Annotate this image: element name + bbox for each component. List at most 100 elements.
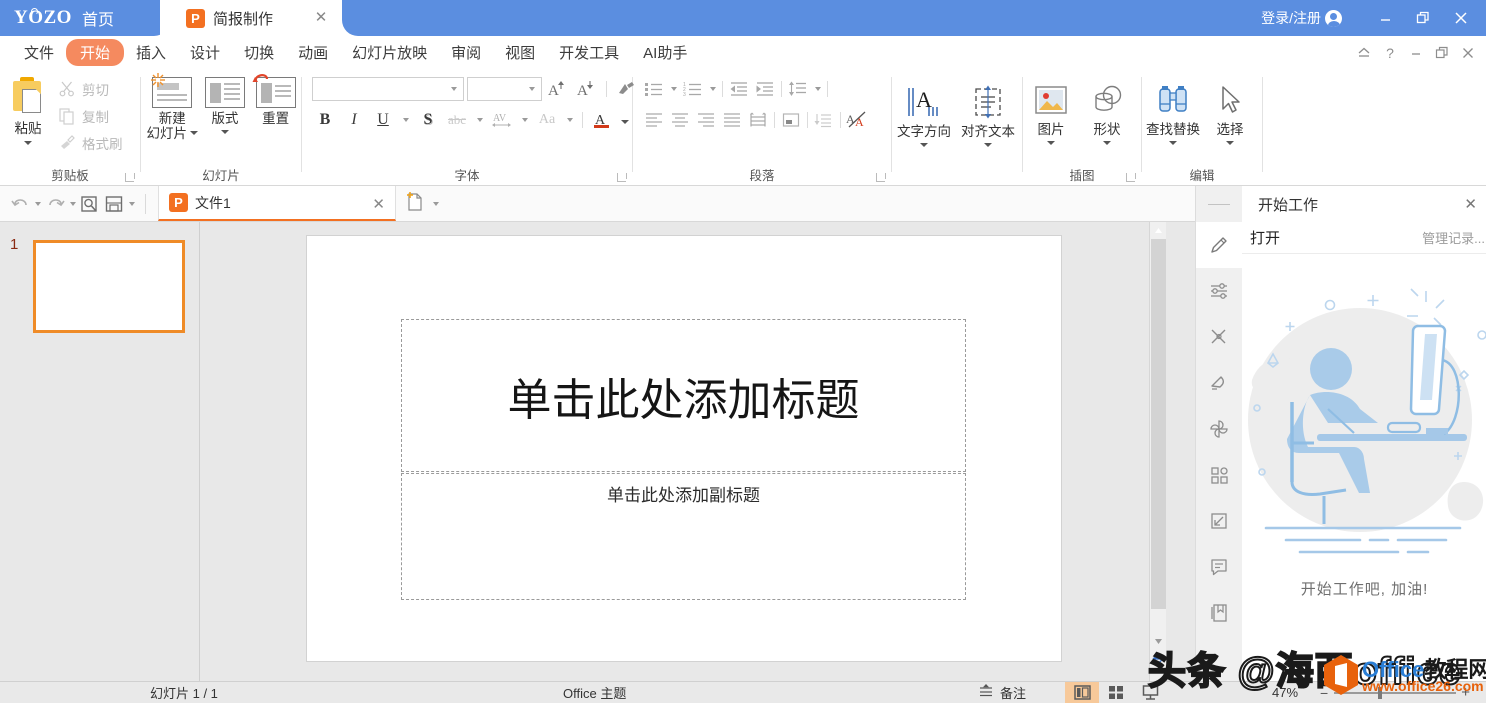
expand-icon[interactable] [1196,498,1242,544]
font-name-input[interactable] [312,77,464,101]
zoom-out-button[interactable]: − [1320,685,1328,701]
copy-button[interactable]: 复制 [56,104,123,128]
chevron-down-icon[interactable] [706,77,719,101]
chevron-down-icon[interactable] [430,192,441,216]
chevron-down-icon[interactable] [32,192,43,216]
triangle-up-icon[interactable] [1150,222,1167,239]
new-document-icon[interactable] [404,191,430,217]
bullet-list-icon[interactable] [641,77,667,101]
align-center-icon[interactable] [667,108,693,132]
tab-design[interactable]: 设计 [178,39,232,66]
open-row[interactable]: 打开 管理记录... [1242,222,1486,254]
align-text-button[interactable]: 对齐文本 [956,79,1020,147]
chevron-down-icon[interactable] [984,143,992,147]
font-color-button[interactable]: A [589,108,615,132]
collapse-ribbon-icon[interactable] [1352,36,1376,69]
help-icon[interactable]: ? [1378,36,1402,69]
chevron-down-icon[interactable] [529,87,535,91]
character-spacing-button[interactable]: AV [489,108,515,132]
fit-slide-icon[interactable] [1150,650,1167,667]
tab-slideshow[interactable]: 幻灯片放映 [340,39,439,66]
chevron-down-icon[interactable] [67,192,78,216]
strikethrough-button[interactable]: abc [444,108,470,132]
chevron-down-icon[interactable] [220,130,229,134]
close-icon[interactable]: ✕ [1464,195,1477,213]
comment-icon[interactable] [1196,544,1242,590]
chevron-down-icon[interactable] [190,130,199,135]
restore-icon[interactable] [1404,0,1442,36]
chevron-down-icon[interactable] [518,108,531,132]
grow-font-icon[interactable]: A [545,77,571,101]
scrollbar-thumb[interactable] [1151,239,1166,609]
paste-button[interactable]: 粘贴 [0,75,56,145]
vertical-scrollbar[interactable] [1149,222,1166,681]
slide-sorter-icon[interactable] [1099,682,1133,703]
clear-paragraph-icon[interactable]: A A [844,108,870,132]
text-indent-icon[interactable] [811,108,837,132]
find-replace-button[interactable]: 查找替换 [1142,77,1204,145]
close-icon[interactable]: ✕ [372,195,385,213]
chevron-down-icon[interactable] [667,77,680,101]
slide-canvas[interactable]: 单击此处添加标题 单击此处添加副标题 [201,222,1166,681]
save-icon[interactable] [102,192,126,216]
manage-records-link[interactable]: 管理记录... [1422,228,1485,247]
numbered-list-icon[interactable]: 1 2 3 [680,77,706,101]
tab-review[interactable]: 审阅 [439,39,493,66]
chevron-down-icon[interactable] [24,141,32,145]
chevron-down-icon[interactable] [1169,141,1177,145]
tab-animation[interactable]: 动画 [286,39,340,66]
font-size-input[interactable] [467,77,542,101]
print-preview-icon[interactable] [78,192,102,216]
chevron-down-icon[interactable] [1047,141,1055,145]
minimize-icon[interactable] [1366,0,1404,36]
tab-view[interactable]: 视图 [493,39,547,66]
reset-button[interactable]: 重置 [250,74,301,126]
close-icon[interactable] [1442,0,1480,36]
select-button[interactable]: 选择 [1204,77,1256,145]
zoom-slider-handle[interactable] [1378,686,1382,699]
cut-button[interactable]: 剪切 [56,77,123,101]
close-icon[interactable]: ✕ [312,9,330,27]
zoom-in-button[interactable]: + [1461,684,1470,701]
tab-home[interactable]: 开始 [66,39,125,66]
format-painter-button[interactable]: 格式刷 [56,131,123,155]
chevron-down-icon[interactable] [920,143,928,147]
ribbon-restore-icon[interactable] [1430,36,1454,69]
justify-icon[interactable] [719,108,745,132]
login-register-button[interactable]: 登录/注册 [1261,8,1342,28]
chevron-down-icon[interactable] [811,77,824,101]
align-right-icon[interactable] [693,108,719,132]
tools-icon[interactable] [1196,314,1242,360]
tab-developer[interactable]: 开发工具 [547,39,631,66]
paragraph-dialog-launcher[interactable] [876,173,886,182]
illustration-dialog-launcher[interactable] [1126,173,1136,182]
chevron-down-icon[interactable] [1226,141,1234,145]
settings-sliders-icon[interactable] [1196,268,1242,314]
tab-ai-assistant[interactable]: AI助手 [631,39,699,66]
chevron-down-icon[interactable] [563,108,576,132]
zoom-slider[interactable]: − + [1320,682,1470,703]
change-case-button[interactable]: Aa [534,108,560,132]
triangle-down-icon[interactable] [1150,633,1167,650]
chevron-down-icon[interactable] [1103,141,1111,145]
tab-file[interactable]: 文件 [12,39,66,66]
bell-icon[interactable] [1196,360,1242,406]
ribbon-close-icon[interactable] [1456,36,1480,69]
apps-grid-icon[interactable] [1196,452,1242,498]
ribbon-minimize-icon[interactable] [1404,36,1428,69]
picture-button[interactable]: 图片 [1023,77,1079,145]
italic-button[interactable]: I [341,108,367,132]
pinwheel-icon[interactable] [1196,406,1242,452]
line-spacing-icon[interactable] [785,77,811,101]
font-dialog-launcher[interactable] [617,173,627,182]
slide-surface[interactable]: 单击此处添加标题 单击此处添加副标题 [307,236,1061,661]
title-placeholder[interactable]: 单击此处添加标题 [401,319,966,472]
underline-button[interactable]: U [370,108,396,132]
align-left-icon[interactable] [641,108,667,132]
text-shadow-button[interactable]: S [415,108,441,132]
normal-view-icon[interactable] [1065,681,1099,703]
decrease-indent-icon[interactable] [726,77,752,101]
shrink-font-icon[interactable]: A [574,77,600,101]
tab-transition[interactable]: 切换 [232,39,286,66]
chevron-down-icon[interactable] [473,108,486,132]
